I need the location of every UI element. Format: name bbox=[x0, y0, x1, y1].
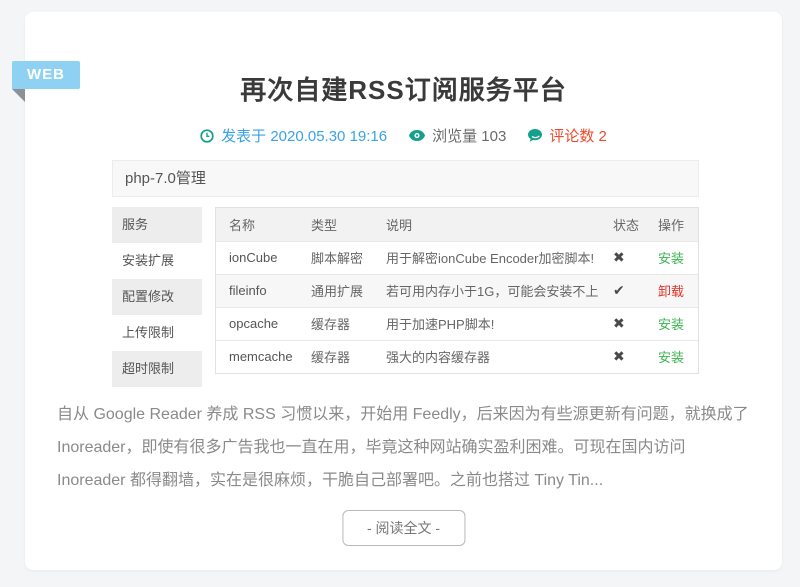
ext-name: ionCube bbox=[216, 241, 311, 274]
install-link[interactable]: 安装 bbox=[658, 251, 684, 266]
col-action: 操作 bbox=[658, 208, 698, 241]
panel-body: 服务 安装扩展 配置修改 上传限制 超时限制 名称 类型 说明 bbox=[112, 207, 699, 387]
ext-type: 缓存器 bbox=[311, 307, 386, 340]
post-title[interactable]: 再次自建RSS订阅服务平台 bbox=[25, 70, 782, 107]
table-row: memcache 缓存器 强大的内容缓存器 ✖ 安装 bbox=[216, 340, 698, 373]
status-mark: ✔ bbox=[613, 274, 658, 307]
table-row: opcache 缓存器 用于加速PHP脚本! ✖ 安装 bbox=[216, 307, 698, 340]
sidebar-item-timeout[interactable]: 超时限制 bbox=[112, 351, 202, 387]
views-text: 浏览量 103 bbox=[432, 125, 506, 146]
php-admin-panel: php-7.0管理 服务 安装扩展 配置修改 上传限制 超时限制 名称 bbox=[112, 160, 699, 387]
ext-desc: 若可用内存小于1G，可能会安装不上 bbox=[386, 274, 613, 307]
status-mark: ✖ bbox=[613, 307, 658, 340]
uninstall-link[interactable]: 卸载 bbox=[658, 284, 684, 299]
col-type: 类型 bbox=[311, 208, 386, 241]
install-link[interactable]: 安装 bbox=[658, 350, 684, 365]
install-link[interactable]: 安装 bbox=[658, 317, 684, 332]
sidebar-item-config[interactable]: 配置修改 bbox=[112, 279, 202, 315]
ext-name: memcache bbox=[216, 340, 311, 373]
ext-type: 脚本解密 bbox=[311, 241, 386, 274]
sidebar-item-upload[interactable]: 上传限制 bbox=[112, 315, 202, 351]
sidebar-item-services[interactable]: 服务 bbox=[112, 207, 202, 243]
ext-name: fileinfo bbox=[216, 274, 311, 307]
col-desc: 说明 bbox=[386, 208, 613, 241]
panel-sidebar: 服务 安装扩展 配置修改 上传限制 超时限制 bbox=[112, 207, 202, 387]
ribbon-fold bbox=[12, 89, 25, 102]
page-background: WEB 再次自建RSS订阅服务平台 发表于 2020.05.30 19:16 浏… bbox=[0, 0, 800, 587]
clock-icon bbox=[200, 129, 214, 143]
comments-meta: 评论数 2 bbox=[528, 125, 607, 146]
comments-text[interactable]: 评论数 2 bbox=[549, 125, 607, 146]
eye-icon bbox=[409, 130, 425, 141]
post-meta: 发表于 2020.05.30 19:16 浏览量 103 评论数 2 bbox=[25, 125, 782, 146]
ext-desc: 强大的内容缓存器 bbox=[386, 340, 613, 373]
published-text[interactable]: 发表于 2020.05.30 19:16 bbox=[221, 125, 387, 146]
views-meta: 浏览量 103 bbox=[409, 125, 506, 146]
col-name: 名称 bbox=[216, 208, 311, 241]
post-excerpt: 自从 Google Reader 养成 RSS 习惯以来，开始用 Feedly，… bbox=[57, 398, 749, 497]
table-header-row: 名称 类型 说明 状态 操作 bbox=[216, 208, 698, 241]
ext-type: 缓存器 bbox=[311, 340, 386, 373]
ext-name: opcache bbox=[216, 307, 311, 340]
status-mark: ✖ bbox=[613, 241, 658, 274]
published-meta: 发表于 2020.05.30 19:16 bbox=[200, 125, 387, 146]
extensions-table: 名称 类型 说明 状态 操作 ionCube 脚本解密 用于解密 bbox=[215, 207, 699, 374]
ext-desc: 用于解密ionCube Encoder加密脚本! bbox=[386, 241, 613, 274]
post-card: WEB 再次自建RSS订阅服务平台 发表于 2020.05.30 19:16 浏… bbox=[25, 12, 782, 570]
ext-desc: 用于加速PHP脚本! bbox=[386, 307, 613, 340]
read-more-button[interactable]: - 阅读全文 - bbox=[342, 510, 465, 546]
col-status: 状态 bbox=[613, 208, 658, 241]
table-row: fileinfo 通用扩展 若可用内存小于1G，可能会安装不上 ✔ 卸载 bbox=[216, 274, 698, 307]
status-mark: ✖ bbox=[613, 340, 658, 373]
ext-type: 通用扩展 bbox=[311, 274, 386, 307]
panel-title: php-7.0管理 bbox=[112, 160, 699, 197]
table-row: ionCube 脚本解密 用于解密ionCube Encoder加密脚本! ✖ … bbox=[216, 241, 698, 274]
sidebar-item-extensions[interactable]: 安装扩展 bbox=[112, 243, 202, 279]
comment-icon bbox=[528, 129, 542, 142]
